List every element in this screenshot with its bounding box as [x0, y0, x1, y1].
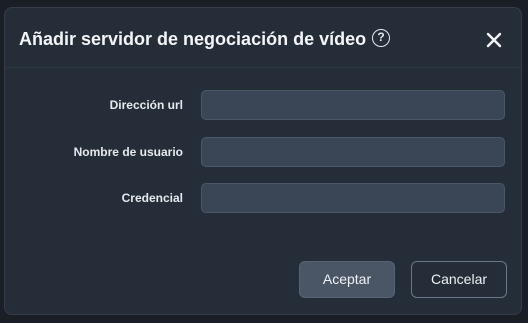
- username-input[interactable]: [201, 137, 505, 167]
- credential-input[interactable]: [201, 183, 505, 213]
- credential-label: Credencial: [121, 191, 183, 205]
- accept-button[interactable]: Aceptar: [299, 261, 395, 298]
- username-label: Nombre de usuario: [73, 145, 183, 159]
- help-icon[interactable]: ?: [372, 29, 390, 47]
- url-input[interactable]: [201, 90, 505, 120]
- close-icon[interactable]: [484, 30, 504, 50]
- cancel-button[interactable]: Cancelar: [411, 261, 507, 298]
- dialog-header: Añadir servidor de negociación de vídeo …: [5, 8, 521, 68]
- url-label: Dirección url: [109, 98, 183, 112]
- add-video-negotiation-server-dialog: Añadir servidor de negociación de vídeo …: [4, 7, 522, 315]
- dialog-title: Añadir servidor de negociación de vídeo: [19, 29, 367, 49]
